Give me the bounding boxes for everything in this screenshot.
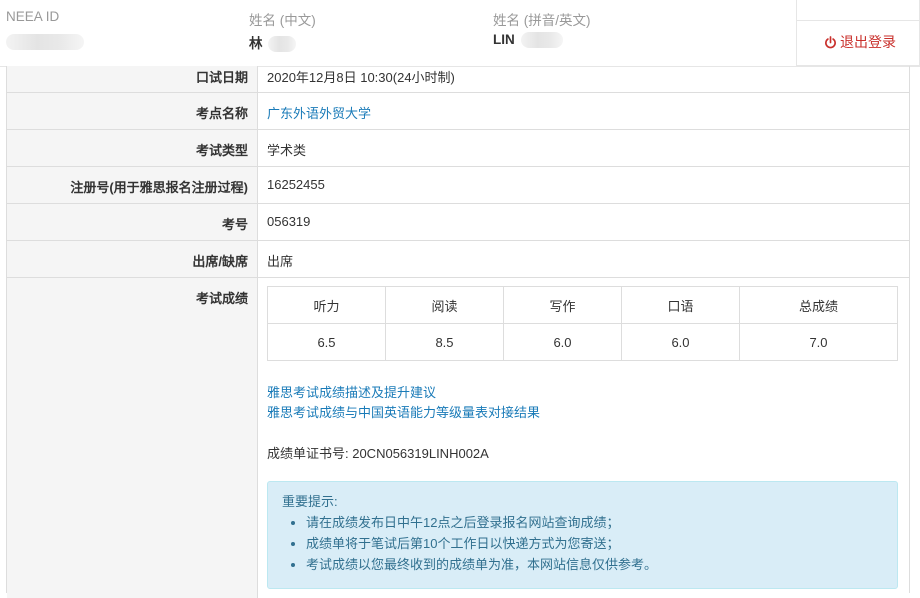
score-speaking: 6.0 [621,323,740,361]
row-test-date: 口试日期 2020年12月8日 10:30(24小时制) [7,66,909,93]
type-value: 学术类 [267,143,307,158]
center-label: 考点名称 [195,106,248,121]
redacted-value [520,32,563,49]
reg-label: 注册号(用于雅思报名注册过程) [70,180,248,195]
score-listening: 6.5 [267,323,386,361]
row-attendance: 出席/缺席 出席 [7,241,909,278]
logout-link[interactable]: 退出登录 [824,32,896,52]
neea-id-label: NEEA ID [6,9,60,24]
test-date-label: 口试日期 [195,70,248,85]
neea-id-value [6,34,84,51]
redacted-value [6,34,84,51]
reg-value: 16252455 [267,177,325,192]
header-reading: 阅读 [385,286,504,324]
header-listening: 听力 [267,286,386,324]
trf-number: 成绩单证书号: 20CN056319LINH002A [267,446,489,461]
score-reading: 8.5 [385,323,504,361]
scores-header-row: 听力 阅读 写作 口语 总成绩 [267,286,898,324]
power-icon [825,36,836,49]
scores-label: 考试成绩 [195,291,248,306]
descriptors-link[interactable]: 雅思考试成绩描述及提升建议 [267,382,436,401]
test-date-value: 2020年12月8日 10:30(24小时制) [267,70,455,85]
name-en-value: LIN [493,32,563,49]
divider [797,20,919,21]
result-details-table: 口试日期 2020年12月8日 10:30(24小时制) 考点名称 广东外语外贸… [6,66,910,598]
candidate-label: 考号 [221,217,248,232]
name-en-text: LIN [493,32,515,47]
type-label: 考试类型 [195,143,248,158]
score-overall: 7.0 [739,323,898,361]
row-candidate: 考号 056319 [7,204,909,241]
name-cn-text: 林 [249,36,263,51]
name-cn-label: 姓名 (中文) [249,13,316,28]
notice-item: 请在成绩发布日中午12点之后登录报名网站查询成绩； [306,512,657,533]
redacted-value [268,36,297,53]
scores-value-row: 6.5 8.5 6.0 6.0 7.0 [267,323,898,361]
row-test-type: 考试类型 学术类 [7,130,909,167]
attendance-label: 出席/缺席 [192,254,248,269]
notice-item: 考试成绩以您最终收到的成绩单为准，本网站信息仅供参考。 [306,554,657,575]
attendance-value: 出席 [267,254,294,269]
header-speaking: 口语 [621,286,740,324]
notice-title: 重要提示: [282,494,338,509]
notice-item: 成绩单将于笔试后第10个工作日以快递方式为您寄送； [306,533,657,554]
logout-button[interactable]: 退出登录 [796,0,920,66]
name-en-label: 姓名 (拼音/英文) [493,13,591,28]
row-registration: 注册号(用于雅思报名注册过程) 16252455 [7,167,909,204]
cse-link[interactable]: 雅思考试成绩与中国英语能力等级量表对接结果 [267,402,540,421]
name-cn-value: 林 [249,32,297,53]
candidate-value: 056319 [267,214,311,229]
center-link[interactable]: 广东外语外贸大学 [267,103,371,122]
important-notice: 重要提示: 请在成绩发布日中午12点之后登录报名网站查询成绩； 成绩单将于笔试后… [267,481,898,589]
logout-label: 退出登录 [840,34,896,50]
header-overall: 总成绩 [739,286,898,324]
scores-table: 听力 阅读 写作 口语 总成绩 6.5 8.5 6.0 6.0 7.0 [267,286,898,361]
page-header: NEEA ID 姓名 (中文) 林 姓名 (拼音/英文) LIN 退出登录 [0,0,920,67]
score-writing: 6.0 [503,323,622,361]
header-writing: 写作 [503,286,622,324]
row-test-center: 考点名称 广东外语外贸大学 [7,93,909,130]
notice-list: 请在成绩发布日中午12点之后登录报名网站查询成绩； 成绩单将于笔试后第10个工作… [268,512,657,575]
